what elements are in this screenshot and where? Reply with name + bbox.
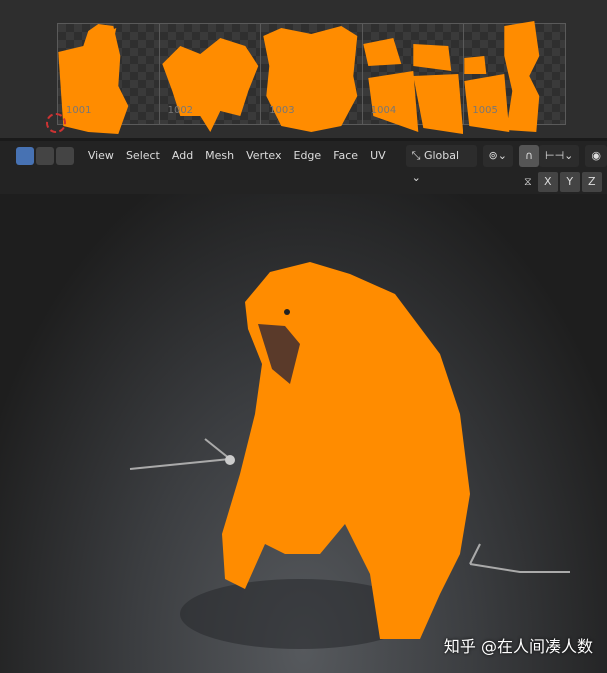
menu-edge[interactable]: Edge — [288, 145, 328, 167]
edge-select-mode-icon[interactable] — [36, 147, 54, 165]
menu-vertex[interactable]: Vertex — [240, 145, 287, 167]
menu-face[interactable]: Face — [327, 145, 364, 167]
vertex-select-mode-icon[interactable] — [16, 147, 34, 165]
mirror-icon: ⧖ — [524, 175, 532, 188]
transform-orientation-dropdown[interactable]: ⤡ Global ⌄ — [405, 145, 477, 184]
proportional-edit-icon[interactable]: ◉ — [585, 145, 607, 167]
snap-target-dropdown[interactable]: ⊢⊣⌄ — [539, 145, 580, 167]
2d-cursor-icon[interactable] — [46, 113, 66, 133]
mirror-y-toggle[interactable]: Y — [559, 172, 580, 192]
menu-view[interactable]: View — [82, 145, 120, 167]
viewport-header: View Select Add Mesh Vertex Edge Face UV… — [0, 138, 607, 194]
menu-select[interactable]: Select — [120, 145, 166, 167]
character-mesh — [129, 262, 570, 649]
udim-tiles: 1001 1002 1003 1004 1005 — [57, 21, 566, 134]
udim-tile[interactable]: 1002 — [159, 24, 262, 132]
menu-add[interactable]: Add — [166, 145, 199, 167]
menu-mesh[interactable]: Mesh — [199, 145, 240, 167]
udim-tile[interactable]: 1003 — [261, 24, 363, 132]
mirror-z-toggle[interactable]: Z — [581, 172, 602, 192]
snap-toggle-icon[interactable]: ∩ — [518, 145, 539, 167]
face-select-mode-icon[interactable] — [56, 147, 74, 165]
menu-uv[interactable]: UV — [364, 145, 392, 167]
mirror-row: ⧖ X Y Z — [524, 172, 602, 192]
header-row: View Select Add Mesh Vertex Edge Face UV… — [0, 145, 607, 184]
watermark: 知乎 @在人间凑人数 — [443, 637, 593, 656]
pivot-point-dropdown[interactable]: ⊚⌄ — [482, 145, 513, 167]
udim-tile[interactable]: 1005 — [464, 21, 565, 132]
udim-tile[interactable]: 1001 — [58, 24, 160, 134]
udim-tile[interactable]: 1004 — [362, 24, 465, 134]
3d-viewport[interactable]: 知乎 @在人间凑人数 — [0, 194, 607, 673]
mirror-x-toggle[interactable]: X — [537, 172, 558, 192]
select-mode-group — [16, 147, 74, 165]
uv-editor[interactable]: 1001 1002 1003 1004 1005 — [0, 0, 607, 138]
orientation-icon: ⤡ — [411, 149, 424, 162]
